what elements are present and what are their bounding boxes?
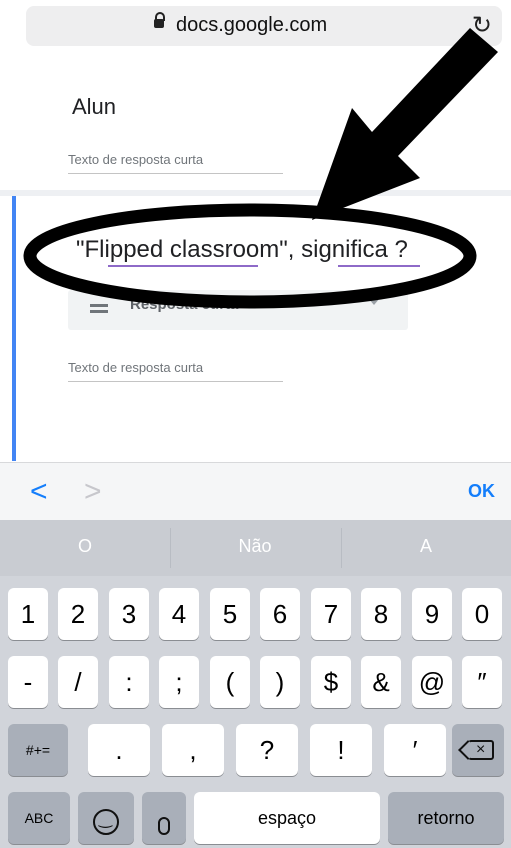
backspace-icon [468, 724, 494, 776]
key[interactable]: ″ [462, 656, 502, 708]
key[interactable]: $ [311, 656, 351, 708]
key[interactable]: 0 [462, 588, 502, 640]
key[interactable]: 1 [8, 588, 48, 640]
key[interactable]: : [109, 656, 149, 708]
key[interactable]: ? [236, 724, 298, 776]
keyboard: O Não A 1 2 3 4 5 6 7 8 9 0 - / : ; ( ) … [0, 520, 511, 848]
microphone-icon [158, 817, 170, 835]
abc-key[interactable]: ABC [8, 792, 70, 844]
suggestion-item[interactable]: A [341, 536, 511, 557]
space-key[interactable]: espaço [194, 792, 380, 844]
key[interactable]: 9 [412, 588, 452, 640]
key[interactable]: / [58, 656, 98, 708]
suggestion-item[interactable]: O [0, 536, 170, 557]
key[interactable]: 3 [109, 588, 149, 640]
key[interactable]: 8 [361, 588, 401, 640]
key[interactable]: 7 [311, 588, 351, 640]
key[interactable]: ′ [384, 724, 446, 776]
predictive-bar: O Não A [0, 520, 511, 576]
next-field-button[interactable]: > [84, 475, 102, 509]
dictation-key[interactable] [142, 792, 186, 844]
key[interactable]: - [8, 656, 48, 708]
annotation-arrow [312, 28, 498, 220]
key[interactable]: . [88, 724, 150, 776]
emoji-icon [93, 809, 119, 835]
key[interactable]: ! [310, 724, 372, 776]
keyboard-accessory-bar: < > OK [0, 462, 511, 521]
backspace-key[interactable] [452, 724, 504, 776]
key[interactable]: ) [260, 656, 300, 708]
done-button[interactable]: OK [468, 481, 495, 502]
annotation-overlay [23, 28, 498, 309]
key[interactable]: @ [412, 656, 452, 708]
key[interactable]: 5 [210, 588, 250, 640]
key[interactable]: 4 [159, 588, 199, 640]
more-symbols-key[interactable]: #+= [8, 724, 68, 776]
return-key[interactable]: retorno [388, 792, 504, 844]
key[interactable]: 2 [58, 588, 98, 640]
key[interactable]: & [361, 656, 401, 708]
highlight-ellipse [23, 203, 477, 309]
key[interactable]: 6 [260, 588, 300, 640]
emoji-key[interactable] [78, 792, 134, 844]
key[interactable]: ; [159, 656, 199, 708]
key[interactable]: , [162, 724, 224, 776]
suggestion-item[interactable]: Não [170, 536, 340, 557]
previous-field-button[interactable]: < [30, 475, 48, 509]
key[interactable]: ( [210, 656, 250, 708]
